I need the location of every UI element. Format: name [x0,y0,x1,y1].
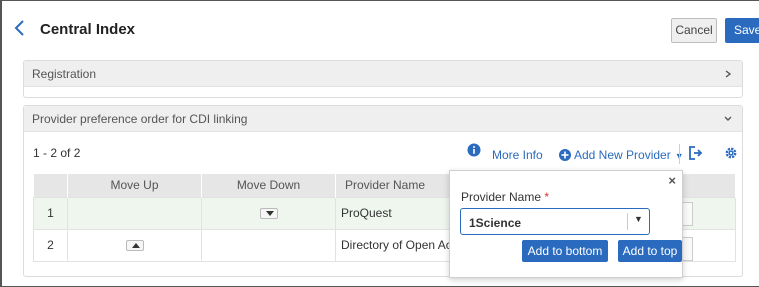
row-action-button[interactable] [683,237,693,261]
move-down-button[interactable] [259,208,278,220]
page-title: Central Index [40,21,136,38]
add-to-bottom-button[interactable]: Add to bottom [522,240,608,262]
move-down-cell [201,228,336,262]
info-icon[interactable] [467,143,481,157]
page-header: Central Index Cancel Save [2,1,759,53]
cancel-button[interactable]: Cancel [671,18,717,43]
provider-name-label-text: Provider Name [461,190,542,204]
registration-title: Registration [32,67,97,81]
move-up-button[interactable] [125,240,144,252]
more-info-link[interactable]: More Info [492,148,543,162]
move-up-cell [67,196,202,230]
row-number: 1 [33,196,68,230]
registration-panel-header[interactable]: Registration [24,61,742,87]
row-number: 2 [33,228,68,262]
close-icon[interactable]: × [668,173,676,188]
provider-name-select-value: 1Science [469,216,522,230]
caret-down-icon[interactable]: ▼ [634,214,643,224]
caret-up-icon [131,243,140,249]
provider-preference-title: Provider preference order for CDI linkin… [32,112,248,126]
provider-preference-header[interactable]: Provider preference order for CDI linkin… [24,106,742,132]
save-button[interactable]: Save [725,18,759,43]
move-down-cell [201,196,336,230]
toolbar-divider [679,144,680,164]
column-header-number [33,174,68,197]
page-frame: Central Index Cancel Save Registration P… [0,0,759,287]
export-icon[interactable] [689,146,703,160]
registration-panel: Registration [23,60,743,98]
move-up-cell [67,228,202,262]
add-to-top-button[interactable]: Add to top [618,240,682,262]
back-chevron-icon[interactable] [12,19,28,37]
chevron-down-icon[interactable] [722,106,734,132]
chevron-right-icon[interactable] [722,61,734,87]
provider-name-select[interactable]: 1Science ▼ [460,208,650,235]
add-provider-popover: × Provider Name * 1Science ▼ Add to bott… [449,170,683,278]
select-divider [627,213,628,230]
gear-icon[interactable] [724,146,738,160]
column-header-move-down[interactable]: Move Down [201,174,336,197]
add-new-provider-label: Add New Provider [574,148,671,162]
provider-name-label: Provider Name * [461,190,549,204]
column-header-move-up[interactable]: Move Up [67,174,202,197]
required-marker: * [544,190,550,204]
plus-circle-icon [559,149,571,161]
caret-down-icon [265,211,274,217]
record-count: 1 - 2 of 2 [33,146,81,160]
add-new-provider-button[interactable]: Add New Provider▼ [559,148,684,162]
row-action-button[interactable] [683,202,693,226]
